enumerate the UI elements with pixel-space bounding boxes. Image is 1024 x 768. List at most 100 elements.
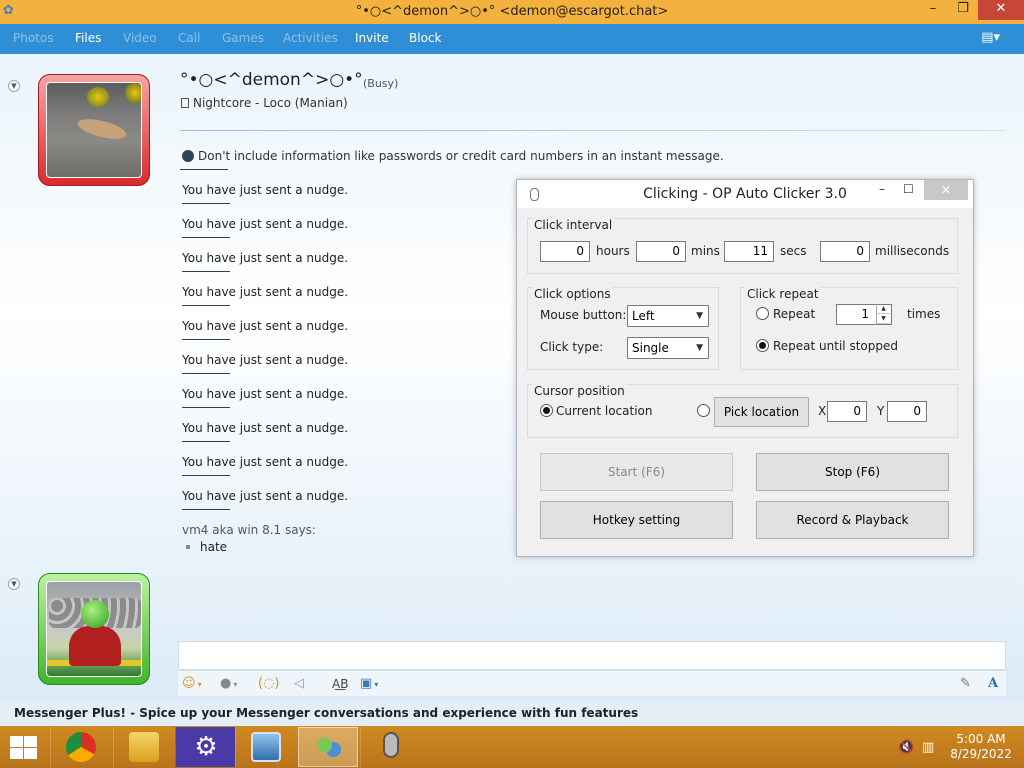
pick-location-radio[interactable]: [697, 404, 710, 417]
message-separator: [182, 407, 230, 408]
messenger-people-icon: [314, 733, 344, 763]
contact-name[interactable]: °•○<^demon^>○•°: [180, 70, 363, 90]
x-coordinate-input[interactable]: 0: [827, 401, 867, 422]
menu-files[interactable]: Files: [75, 31, 101, 45]
menu-video[interactable]: Video: [123, 31, 157, 45]
taskbar-file-explorer[interactable]: [113, 727, 173, 767]
wink-icon[interactable]: ● ▾: [220, 674, 237, 694]
current-location-label: Current location: [556, 404, 653, 418]
current-location-radio[interactable]: [540, 404, 553, 417]
remote-desktop-icon: [251, 732, 281, 762]
system-clock[interactable]: 5:00 AM 8/29/2022: [946, 732, 1016, 762]
repeat-times-spinner[interactable]: ▲ ▼: [876, 304, 890, 325]
message-separator: [182, 373, 230, 374]
nudge-message: You have just sent a nudge.: [182, 455, 349, 469]
nudge-icon[interactable]: (◌): [258, 674, 280, 694]
record-playback-button[interactable]: Record & Playback: [756, 501, 949, 539]
messenger-plus-ad[interactable]: Messenger Plus! - Spice up your Messenge…: [14, 706, 638, 720]
milliseconds-input[interactable]: 0: [820, 241, 870, 262]
pick-location-button[interactable]: Pick location: [714, 397, 809, 427]
maximize-button[interactable]: ❐: [948, 0, 978, 20]
volume-muted-icon[interactable]: 🔇: [898, 740, 914, 755]
message-separator: [182, 509, 230, 510]
menu-games[interactable]: Games: [222, 31, 264, 45]
repeat-radio[interactable]: [756, 307, 769, 320]
menu-invite[interactable]: Invite: [355, 31, 389, 45]
spin-up-icon[interactable]: ▲: [877, 304, 890, 314]
emoticon-icon[interactable]: ☺ ▾: [182, 674, 202, 694]
taskbar-chrome[interactable]: [50, 727, 110, 767]
stop-button[interactable]: Stop (F6): [756, 453, 949, 491]
bullet-icon: [186, 545, 190, 549]
repeat-label: Repeat: [773, 307, 816, 321]
taskbar-auto-clicker[interactable]: [360, 727, 420, 767]
nudge-message: You have just sent a nudge.: [182, 387, 349, 401]
chevron-down-icon: ▼: [696, 311, 703, 321]
network-icon[interactable]: ▥: [922, 740, 938, 755]
y-label: Y: [877, 404, 885, 418]
click-type-select[interactable]: Single ▼: [627, 337, 709, 359]
minutes-label: mins: [691, 244, 720, 258]
taskbar-remote-desktop[interactable]: [235, 727, 295, 767]
minimize-button[interactable]: –: [918, 0, 948, 20]
message-separator: [182, 441, 230, 442]
window-title: °•○<^demon^>○•° <demon@escargot.chat>: [355, 4, 669, 19]
minutes-input[interactable]: 0: [636, 241, 686, 262]
seconds-label: secs: [780, 244, 807, 258]
collapse-contact-icon[interactable]: ▼: [8, 80, 20, 92]
chrome-icon: [66, 732, 96, 762]
menu-photos[interactable]: Photos: [13, 31, 53, 45]
repeat-until-stopped-radio[interactable]: [756, 339, 769, 352]
collapse-self-icon[interactable]: ▼: [8, 578, 20, 590]
gear-icon: ⚙: [194, 732, 218, 762]
nudge-message: You have just sent a nudge.: [182, 285, 349, 299]
nudge-message: You have just sent a nudge.: [182, 319, 349, 333]
menu-call[interactable]: Call: [178, 31, 200, 45]
window-controls: – ❐ ✕: [918, 0, 1024, 20]
close-button[interactable]: ✕: [924, 180, 968, 200]
spin-down-icon[interactable]: ▼: [877, 314, 890, 324]
menu-activities[interactable]: Activities: [283, 31, 338, 45]
hotkey-setting-button[interactable]: Hotkey setting: [540, 501, 733, 539]
font-icon[interactable]: A͟B: [332, 674, 348, 694]
y-coordinate-input[interactable]: 0: [887, 401, 927, 422]
taskbar: ⚙ 🔇 ▥ 5:00 AM 8/29/2022: [0, 726, 1024, 768]
windows-start-icon[interactable]: [8, 735, 38, 759]
mouse-button-select[interactable]: Left ▼: [627, 305, 709, 327]
chevron-down-icon: ▼: [696, 343, 703, 353]
nudge-message: You have just sent a nudge.: [182, 217, 349, 231]
click-repeat-label: Click repeat: [745, 287, 821, 301]
start-button[interactable]: Start (F6): [540, 453, 733, 491]
taskbar-settings[interactable]: ⚙: [175, 727, 235, 767]
voice-clip-icon[interactable]: ◁: [294, 674, 304, 694]
user-avatar[interactable]: [38, 573, 150, 685]
background-icon[interactable]: ▣ ▾: [360, 674, 378, 694]
contact-personal-message: Nightcore - Loco (Manian): [181, 96, 348, 110]
header-divider: [180, 130, 1006, 131]
minimize-button[interactable]: –: [879, 182, 885, 196]
contact-avatar[interactable]: [38, 74, 150, 186]
auto-clicker-title-bar: Clicking - OP Auto Clicker 3.0 – ☐ ✕: [517, 180, 973, 208]
message-separator: [182, 203, 230, 204]
contact-display-picture: [46, 82, 142, 178]
x-label: X: [818, 404, 827, 418]
hours-input[interactable]: 0: [540, 241, 590, 262]
nudge-message: You have just sent a nudge.: [182, 183, 349, 197]
seconds-input[interactable]: 11: [724, 241, 774, 262]
text-style-icon[interactable]: A: [988, 674, 998, 694]
options-menu-icon[interactable]: ▤▾: [981, 30, 1000, 45]
maximize-button[interactable]: ☐: [903, 182, 914, 196]
close-button[interactable]: ✕: [978, 0, 1024, 20]
times-label: times: [907, 307, 941, 321]
formatting-toolbar: ☺ ▾ ● ▾ (◌) ◁ A͟B ▣ ▾ ✎ A: [178, 670, 1006, 696]
handwriting-icon[interactable]: ✎: [960, 674, 971, 694]
auto-clicker-window: Clicking - OP Auto Clicker 3.0 – ☐ ✕ Cli…: [516, 179, 974, 557]
message-input[interactable]: [178, 641, 1006, 670]
sender-line: vm4 aka win 8.1 says:: [182, 523, 316, 537]
action-bar: Photos Files Video Call Games Activities…: [0, 24, 1024, 54]
menu-block[interactable]: Block: [409, 31, 441, 45]
message-separator: [182, 305, 230, 306]
folder-icon: [129, 732, 159, 762]
mouse-button-label: Mouse button:: [540, 308, 627, 322]
taskbar-messenger[interactable]: [298, 727, 358, 767]
